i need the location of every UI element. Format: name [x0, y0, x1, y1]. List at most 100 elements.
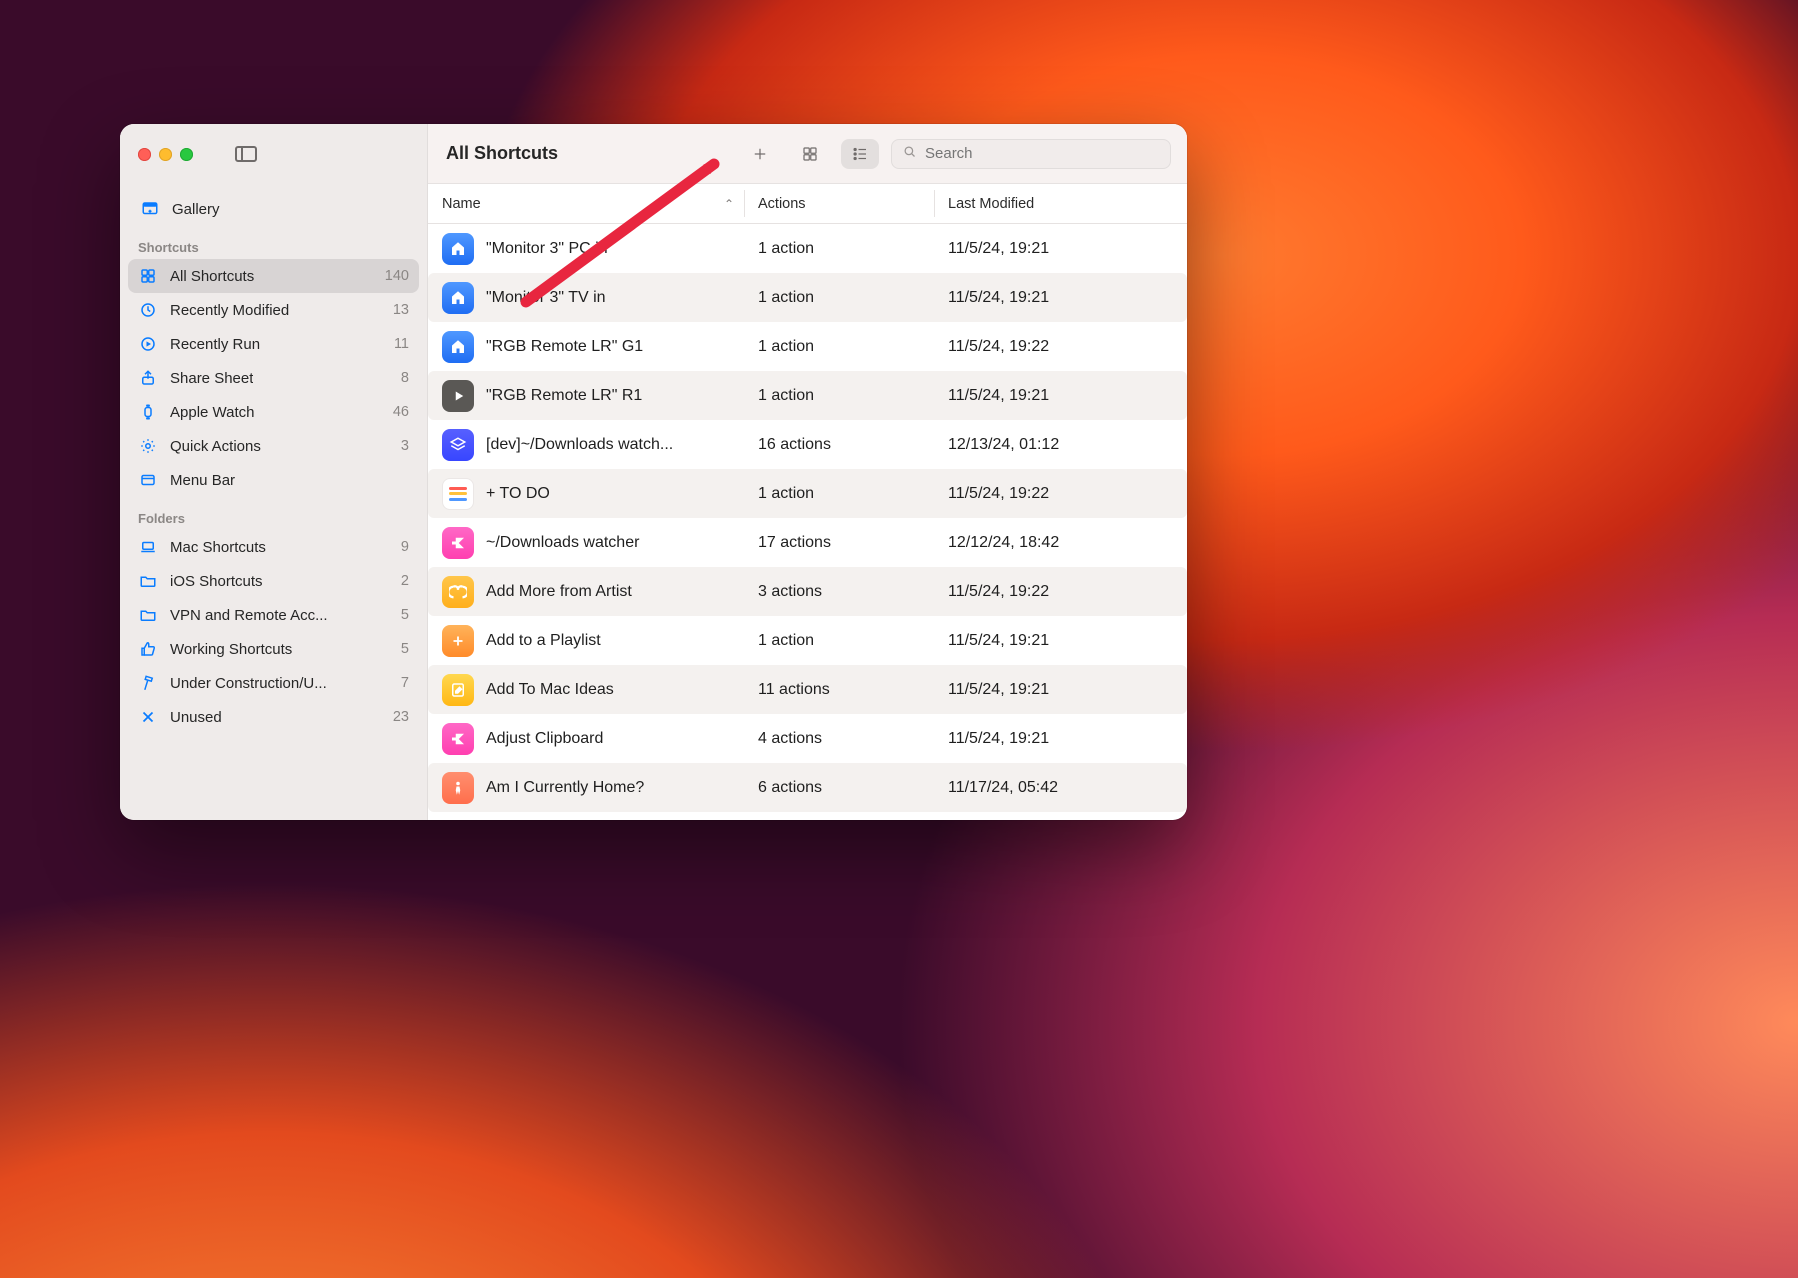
sidebar-item-label: Under Construction/U... [170, 675, 327, 692]
sidebar-item-ios-shortcuts[interactable]: iOS Shortcuts 2 [128, 564, 419, 598]
sidebar-item-count: 11 [394, 336, 409, 352]
table-row[interactable]: "RGB Remote LR" R1 1 action 11/5/24, 19:… [428, 371, 1187, 420]
watch-icon [138, 402, 158, 422]
add-button[interactable] [741, 139, 779, 169]
shortcuts-window: Gallery Shortcuts All Shortcuts 140 Rece… [120, 124, 1187, 820]
window-close-button[interactable] [138, 148, 151, 161]
sidebar-item-apple-watch[interactable]: Apple Watch 46 [128, 395, 419, 429]
sidebar-item-label: Menu Bar [170, 472, 235, 489]
folder-icon [138, 571, 158, 591]
page-title: All Shortcuts [446, 143, 558, 164]
table-row[interactable]: + TO DO 1 action 11/5/24, 19:22 [428, 469, 1187, 518]
grid-view-button[interactable] [791, 139, 829, 169]
toggle-sidebar-button[interactable] [235, 146, 257, 162]
shortcut-icon [442, 723, 474, 755]
column-header-name[interactable]: Name ⌃ [428, 184, 744, 223]
column-header-name-label: Name [442, 196, 481, 212]
search-input[interactable] [925, 145, 1160, 162]
row-name: Add More from Artist [486, 583, 632, 601]
sidebar-item-label: Mac Shortcuts [170, 539, 266, 556]
column-header-modified[interactable]: Last Modified [934, 184, 1187, 223]
window-zoom-button[interactable] [180, 148, 193, 161]
row-actions: 4 actions [744, 730, 934, 748]
table-row[interactable]: "Monitor 3" PC in 1 action 11/5/24, 19:2… [428, 224, 1187, 273]
table-row[interactable]: Am I Currently Home? 6 actions 11/17/24,… [428, 763, 1187, 812]
x-icon [138, 707, 158, 727]
row-actions: 1 action [744, 485, 934, 503]
table-header-row: Name ⌃ Actions Last Modified [428, 184, 1187, 224]
table-row[interactable]: Adjust Clipboard 4 actions 11/5/24, 19:2… [428, 714, 1187, 763]
row-name: Add To Mac Ideas [486, 681, 614, 699]
shortcut-icon [442, 380, 474, 412]
sidebar-item-menu-bar[interactable]: Menu Bar [128, 463, 419, 497]
row-actions: 11 actions [744, 681, 934, 699]
sidebar-item-label: Quick Actions [170, 438, 261, 455]
search-field[interactable] [891, 139, 1171, 169]
sidebar-item-count: 140 [385, 268, 409, 284]
column-header-modified-label: Last Modified [948, 196, 1034, 212]
sidebar-item-count: 2 [401, 573, 409, 589]
toolbar: All Shortcuts [428, 124, 1187, 184]
sidebar-item-count: 3 [401, 438, 409, 454]
sidebar-item-label: Gallery [172, 201, 220, 218]
row-actions: 1 action [744, 632, 934, 650]
row-modified: 11/5/24, 19:22 [934, 485, 1187, 503]
sidebar-item-count: 13 [393, 302, 409, 318]
sidebar-item-label: Unused [170, 709, 222, 726]
sidebar-section-header-folders: Folders [128, 497, 419, 530]
sidebar-item-count: 9 [401, 539, 409, 555]
row-modified: 12/12/24, 18:42 [934, 534, 1187, 552]
row-name: Adjust Clipboard [486, 730, 603, 748]
shortcut-icon [442, 527, 474, 559]
sidebar-item-recently-run[interactable]: Recently Run 11 [128, 327, 419, 361]
row-actions: 16 actions [744, 436, 934, 454]
grid-icon [138, 266, 158, 286]
row-name: ~/Downloads watcher [486, 534, 639, 552]
thumbs-up-icon [138, 639, 158, 659]
sidebar-item-label: VPN and Remote Acc... [170, 607, 328, 624]
row-name: "Monitor 3" PC in [486, 240, 608, 258]
sidebar: Gallery Shortcuts All Shortcuts 140 Rece… [120, 124, 428, 820]
row-name: [dev]~/Downloads watch... [486, 436, 673, 454]
row-modified: 11/17/24, 05:42 [934, 779, 1187, 797]
sidebar-item-share-sheet[interactable]: Share Sheet 8 [128, 361, 419, 395]
column-header-actions-label: Actions [758, 196, 806, 212]
list-view-button[interactable] [841, 139, 879, 169]
sidebar-section-header-shortcuts: Shortcuts [128, 226, 419, 259]
row-name: "Monitor 3" TV in [486, 289, 606, 307]
table-row[interactable]: [dev]~/Downloads watch... 16 actions 12/… [428, 420, 1187, 469]
row-modified: 11/5/24, 19:21 [934, 289, 1187, 307]
shortcut-icon [442, 282, 474, 314]
window-minimize-button[interactable] [159, 148, 172, 161]
desktop: Gallery Shortcuts All Shortcuts 140 Rece… [0, 0, 1798, 1278]
shortcut-icon [442, 625, 474, 657]
sidebar-item-count: 8 [401, 370, 409, 386]
row-actions: 1 action [744, 240, 934, 258]
sidebar-item-mac-shortcuts[interactable]: Mac Shortcuts 9 [128, 530, 419, 564]
table-row[interactable]: ~/Downloads watcher 17 actions 12/12/24,… [428, 518, 1187, 567]
shortcut-icon [442, 331, 474, 363]
shortcut-icon [442, 674, 474, 706]
table-row[interactable]: Add More from Artist 3 actions 11/5/24, … [428, 567, 1187, 616]
row-name: "RGB Remote LR" R1 [486, 387, 642, 405]
table-row[interactable]: Add To Mac Ideas 11 actions 11/5/24, 19:… [428, 665, 1187, 714]
column-header-actions[interactable]: Actions [744, 184, 934, 223]
sidebar-item-under-construction-u[interactable]: Under Construction/U... 7 [128, 666, 419, 700]
sidebar-item-vpn-and-remote-acc[interactable]: VPN and Remote Acc... 5 [128, 598, 419, 632]
row-actions: 17 actions [744, 534, 934, 552]
sidebar-item-gallery[interactable]: Gallery [128, 192, 419, 226]
sidebar-item-unused[interactable]: Unused 23 [128, 700, 419, 734]
row-name: Am I Currently Home? [486, 779, 644, 797]
table-row[interactable]: "RGB Remote LR" G1 1 action 11/5/24, 19:… [428, 322, 1187, 371]
gear-icon [138, 436, 158, 456]
table-row[interactable]: "Monitor 3" TV in 1 action 11/5/24, 19:2… [428, 273, 1187, 322]
sidebar-item-all-shortcuts[interactable]: All Shortcuts 140 [128, 259, 419, 293]
table-row[interactable]: Add to a Playlist 1 action 11/5/24, 19:2… [428, 616, 1187, 665]
row-modified: 11/5/24, 19:22 [934, 338, 1187, 356]
clock-icon [138, 300, 158, 320]
sidebar-item-recently-modified[interactable]: Recently Modified 13 [128, 293, 419, 327]
sidebar-item-quick-actions[interactable]: Quick Actions 3 [128, 429, 419, 463]
sidebar-item-working-shortcuts[interactable]: Working Shortcuts 5 [128, 632, 419, 666]
row-modified: 11/5/24, 19:21 [934, 240, 1187, 258]
hammer-icon [138, 673, 158, 693]
